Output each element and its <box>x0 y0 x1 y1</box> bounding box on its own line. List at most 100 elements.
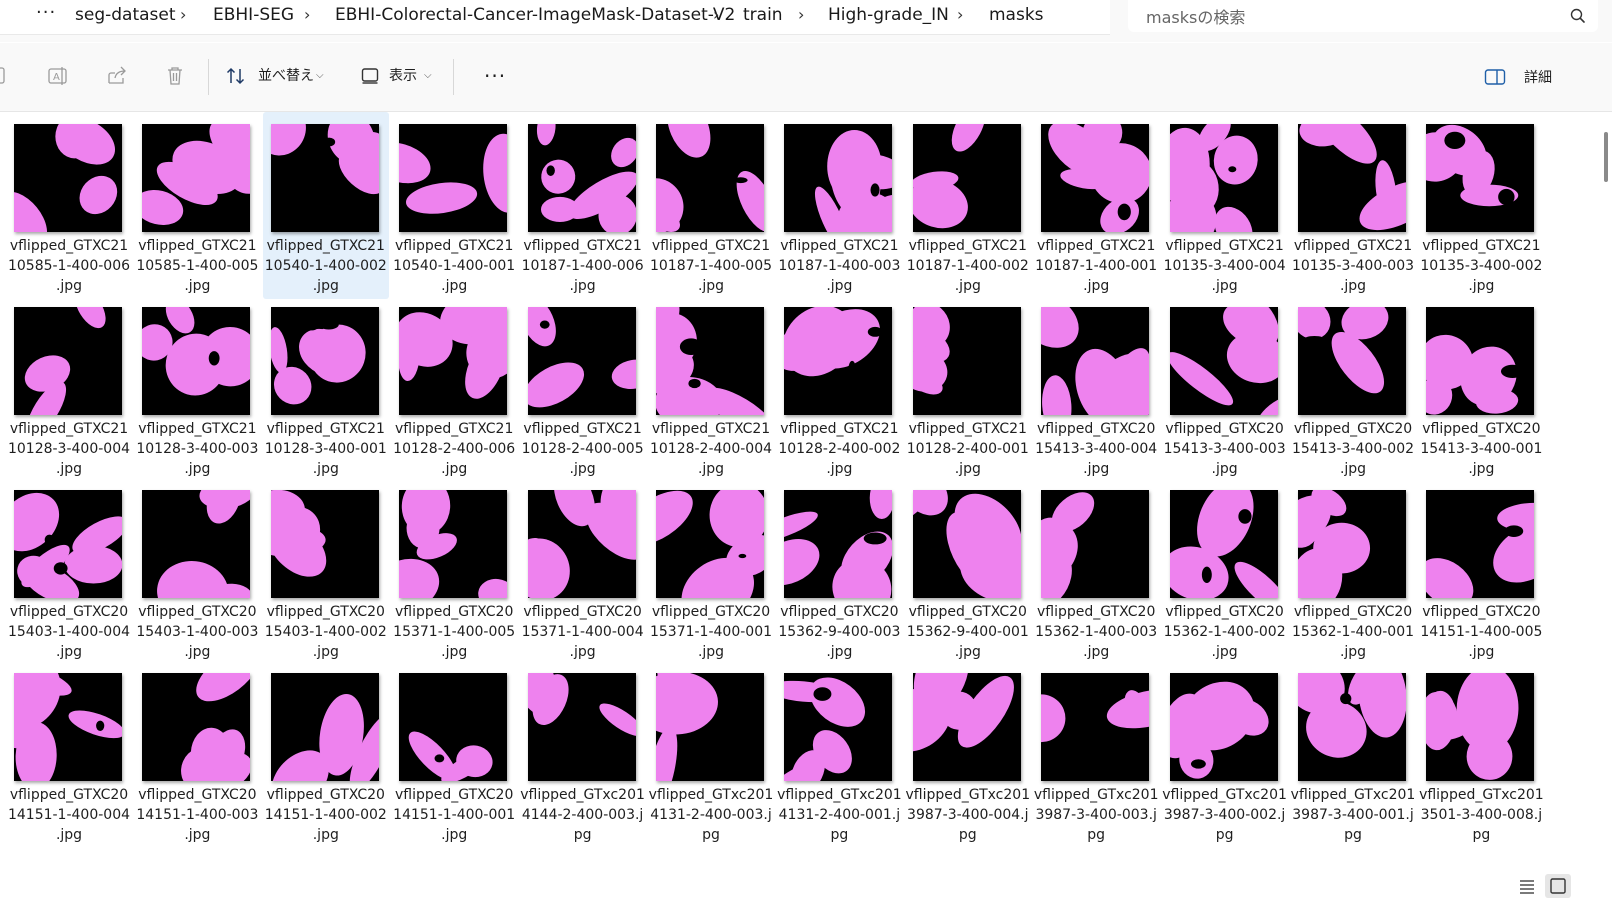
file-tile[interactable]: vflipped_GTXC21 10187-1-400-005 .jpg <box>648 112 774 299</box>
file-tile[interactable]: vflipped_GTxc201 3987-3-400-001.j pg <box>1290 661 1416 848</box>
file-name-line: .jpg <box>1339 644 1367 660</box>
file-tile[interactable]: vflipped_GTXC20 15413-3-400-004 .jpg <box>1033 295 1159 482</box>
file-tile[interactable]: vflipped_GTXC21 10585-1-400-005 .jpg <box>134 112 260 299</box>
file-tile[interactable]: vflipped_GTXC20 14151-1-400-001 .jpg <box>391 661 517 848</box>
file-name-line: 10187-1-400-002 <box>906 258 1029 274</box>
file-name-line: 10128-3-400-004 <box>7 441 131 457</box>
mask-thumbnail <box>399 307 508 415</box>
file-tile[interactable]: vflipped_GTXC20 15403-1-400-003 .jpg <box>134 478 260 665</box>
file-tile[interactable]: vflipped_GTXC21 10128-3-400-003 .jpg <box>134 295 260 482</box>
file-tile[interactable]: vflipped_GTXC21 10128-2-400-002 .jpg <box>776 295 902 482</box>
file-tile[interactable]: vflipped_GTXC20 15362-9-400-001 .jpg <box>905 478 1031 665</box>
file-name-line: 10128-2-400-004 <box>649 441 773 457</box>
sort-button[interactable]: 並べ替え ⌵ <box>226 61 336 91</box>
file-tile[interactable]: vflipped_GTXC21 10187-1-400-001 .jpg <box>1033 112 1159 299</box>
search-box[interactable]: masksの検索 <box>1128 0 1598 32</box>
file-tile[interactable]: vflipped_GTXC21 10128-2-400-001 .jpg <box>905 295 1031 482</box>
file-tile[interactable]: vflipped_GTXC20 15413-3-400-003 .jpg <box>1162 295 1288 482</box>
file-name-line: .jpg <box>184 644 211 660</box>
file-name-line: .jpg <box>826 644 853 660</box>
file-tile[interactable]: vflipped_GTXC20 14151-1-400-002 .jpg <box>263 661 389 848</box>
file-tile[interactable]: vflipped_GTXC20 15371-1-400-004 .jpg <box>520 478 646 665</box>
file-tile[interactable]: vflipped_GTXC20 15403-1-400-004 .jpg <box>6 478 132 665</box>
file-tile[interactable]: vflipped_GTXC21 10540-1-400-001 .jpg <box>391 112 517 299</box>
file-name-line: .jpg <box>55 644 83 660</box>
file-tile[interactable]: vflipped_GTXC20 15362-9-400-003 .jpg <box>776 478 902 665</box>
file-tile[interactable]: vflipped_GTXC21 10128-3-400-001 .jpg <box>263 295 389 482</box>
file-tile[interactable]: vflipped_GTXC20 15362-1-400-003 .jpg <box>1033 478 1159 665</box>
file-name-line: vflipped_GTXC20 <box>1037 604 1156 620</box>
file-name-line: 15371-1-400-005 <box>393 624 516 640</box>
file-tile[interactable]: vflipped_GTXC20 15403-1-400-002 .jpg <box>263 478 389 665</box>
file-tile[interactable]: vflipped_GTXC20 15413-3-400-002 .jpg <box>1290 295 1416 482</box>
file-name-line: 14151-1-400-004 <box>7 807 131 823</box>
file-tile[interactable]: vflipped_GTXC21 10135-3-400-002 .jpg <box>1418 112 1544 299</box>
scrollbar-thumb[interactable] <box>1604 132 1608 182</box>
delete-icon[interactable] <box>164 65 186 87</box>
file-grid: vflipped_GTXC21 10585-1-400-006 .jpg vflipp… <box>0 112 1580 903</box>
file-name-line: vflipped_GTXC21 <box>266 421 385 437</box>
crumb-seg-dataset[interactable]: seg-dataset <box>75 0 176 30</box>
file-name-line: 10187-1-400-003 <box>778 258 901 274</box>
file-tile[interactable]: vflipped_GTXC21 10187-1-400-003 .jpg <box>776 112 902 299</box>
details-view-icon[interactable] <box>1514 874 1540 898</box>
crumb-train[interactable]: train <box>743 0 783 30</box>
file-name: vflipped_GTXC21 10540-1-400-001 .jpg <box>391 236 517 296</box>
file-name-line: 10187-1-400-001 <box>1035 258 1158 274</box>
file-tile[interactable]: vflipped_GTXC21 10135-3-400-004 .jpg <box>1162 112 1288 299</box>
rename-icon[interactable]: A <box>47 65 69 87</box>
file-tile[interactable]: vflipped_GTXC21 10187-1-400-002 .jpg <box>905 112 1031 299</box>
file-name-line: 15413-3-400-002 <box>1291 441 1415 457</box>
file-tile[interactable]: vflipped_GTXC21 10135-3-400-003 .jpg <box>1290 112 1416 299</box>
file-name-line: 14151-1-400-001 <box>393 807 516 823</box>
file-tile[interactable]: vflipped_GTxc201 3987-3-400-002.j pg <box>1162 661 1288 848</box>
file-tile[interactable]: vflipped_GTXC21 10585-1-400-006 .jpg <box>6 112 132 299</box>
file-tile[interactable]: vflipped_GTXC20 14151-1-400-003 .jpg <box>134 661 260 848</box>
file-tile[interactable]: vflipped_GTXC20 14151-1-400-005 .jpg <box>1418 478 1544 665</box>
file-name-line: .jpg <box>1083 278 1110 294</box>
search-icon[interactable] <box>1568 6 1588 26</box>
large-icons-view-icon[interactable] <box>1545 874 1571 898</box>
file-tile[interactable]: vflipped_GTXC21 10540-1-400-002 .jpg <box>262 112 389 299</box>
file-name-line: vflipped_GTXC21 <box>266 238 385 254</box>
crumb-dataset-v2[interactable]: EBHI-Colorectal-Cancer-ImageMask-Dataset… <box>335 0 735 30</box>
file-tile[interactable]: vflipped_GTXC21 10128-2-400-006 .jpg <box>391 295 517 482</box>
vertical-scrollbar[interactable] <box>1600 112 1612 903</box>
view-button[interactable]: 表示 ⌵ <box>360 61 450 91</box>
chevron-down-icon: ⌵ <box>316 70 324 81</box>
mask-thumbnail <box>527 124 636 232</box>
file-tile[interactable]: vflipped_GTXC21 10128-3-400-004 .jpg <box>6 295 132 482</box>
file-tile[interactable]: vflipped_GTXC20 14151-1-400-004 .jpg <box>6 661 132 848</box>
mask-thumbnail <box>270 490 379 598</box>
details-pane-icon[interactable] <box>1484 67 1506 87</box>
file-tile[interactable]: vflipped_GTXC21 10187-1-400-006 .jpg <box>520 112 646 299</box>
hidden-crumbs-button[interactable]: ··· <box>36 0 56 30</box>
file-tile[interactable]: vflipped_GTXC21 10128-2-400-004 .jpg <box>648 295 774 482</box>
chevron-right-icon: › <box>798 5 805 24</box>
file-tile[interactable]: vflipped_GTxc201 3501-3-400-008.j pg <box>1418 661 1544 848</box>
file-tile[interactable]: vflipped_GTXC20 15371-1-400-001 .jpg <box>648 478 774 665</box>
file-tile[interactable]: vflipped_GTxc201 4144-2-400-003.j pg <box>520 661 646 848</box>
file-name-line: .jpg <box>55 827 83 843</box>
file-tile[interactable]: vflipped_GTXC20 15362-1-400-001 .jpg <box>1290 478 1416 665</box>
file-name: vflipped_GTXC20 15403-1-400-002 .jpg <box>263 602 389 662</box>
details-label[interactable]: 詳細 <box>1524 67 1552 89</box>
crumb-high-grade-in[interactable]: High-grade_IN <box>828 0 949 30</box>
crumb-masks[interactable]: masks <box>989 0 1044 30</box>
file-tile[interactable]: vflipped_GTxc201 4131-2-400-001.j pg <box>776 661 902 848</box>
file-name-line: 14151-1-400-003 <box>136 807 259 823</box>
copy-icon[interactable] <box>0 65 10 87</box>
file-tile[interactable]: vflipped_GTxc201 4131-2-400-003.j pg <box>648 661 774 848</box>
file-tile[interactable]: vflipped_GTXC20 15413-3-400-001 .jpg <box>1418 295 1544 482</box>
file-tile[interactable]: vflipped_GTxc201 3987-3-400-004.j pg <box>905 661 1031 848</box>
more-options-button[interactable]: ··· <box>484 63 506 89</box>
file-tile[interactable]: vflipped_GTXC20 15362-1-400-002 .jpg <box>1162 478 1288 665</box>
file-tile[interactable]: vflipped_GTXC21 10128-2-400-005 .jpg <box>520 295 646 482</box>
share-icon[interactable] <box>106 65 128 87</box>
file-tile[interactable]: vflipped_GTxc201 3987-3-400-003.j pg <box>1033 661 1159 848</box>
file-name-line: 3987-3-400-004.j <box>907 807 1029 823</box>
file-name-line: vflipped_GTXC20 <box>1165 421 1284 437</box>
file-name: vflipped_GTXC21 10187-1-400-005 .jpg <box>648 236 774 296</box>
file-tile[interactable]: vflipped_GTXC20 15371-1-400-005 .jpg <box>391 478 517 665</box>
crumb-ebhi-seg[interactable]: EBHI-SEG <box>213 0 294 30</box>
